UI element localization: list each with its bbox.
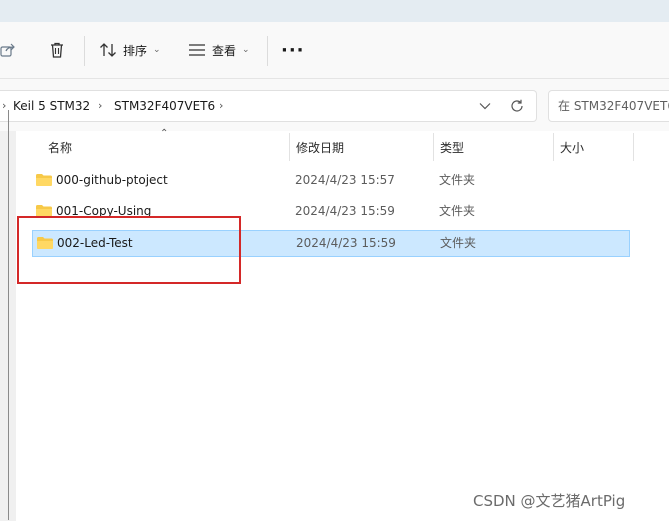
navigation-pane-scrollbar[interactable] xyxy=(8,110,9,520)
breadcrumb-stm32f407[interactable]: STM32F407VET6 xyxy=(114,91,215,121)
column-divider[interactable] xyxy=(553,133,554,161)
breadcrumb-chevron-icon: › xyxy=(2,99,7,112)
file-name: 000-github-ptoject xyxy=(56,173,168,187)
column-divider[interactable] xyxy=(633,133,634,161)
view-list-icon xyxy=(189,44,205,56)
more-icon: ··· xyxy=(281,39,305,61)
watermark: CSDN @文艺猪ArtPig xyxy=(473,492,626,510)
sort-button[interactable]: 排序 ⌄ xyxy=(99,22,161,78)
file-date: 2024/4/23 15:59 xyxy=(296,236,396,250)
sort-label: 排序 xyxy=(123,43,148,58)
file-date: 2024/4/23 15:59 xyxy=(295,204,395,218)
breadcrumb-chevron-icon: › xyxy=(219,99,224,112)
sort-ascending-icon: ⌃ xyxy=(160,128,169,139)
window-top-strip xyxy=(0,0,669,22)
command-bar: 排序 ⌄ 查看 ⌄ ··· xyxy=(0,22,669,79)
chevron-down-icon: ⌄ xyxy=(242,45,250,55)
address-row: › Keil 5 STM32 › STM32F407VET6 › 在 STM32… xyxy=(0,79,669,131)
toolbar-divider xyxy=(267,36,268,66)
toolbar-divider xyxy=(84,36,85,66)
refresh-icon[interactable] xyxy=(510,99,524,113)
file-type: 文件夹 xyxy=(439,173,476,187)
chevron-down-icon: ⌄ xyxy=(153,45,161,55)
column-header-date[interactable]: 修改日期 xyxy=(296,131,344,163)
file-type: 文件夹 xyxy=(440,236,477,250)
share-icon xyxy=(0,43,15,57)
annotation-highlight-box xyxy=(17,216,241,284)
trash-icon xyxy=(51,42,63,58)
sort-icon xyxy=(100,43,116,57)
breadcrumb-chevron-icon: › xyxy=(98,99,103,112)
file-date: 2024/4/23 15:57 xyxy=(295,173,395,187)
history-dropdown-icon[interactable] xyxy=(479,102,491,110)
breadcrumb-keil[interactable]: Keil 5 STM32 xyxy=(13,91,90,121)
search-input[interactable]: 在 STM32F407VET6 中搜索 xyxy=(548,90,669,122)
view-button[interactable]: 查看 ⌄ xyxy=(188,22,250,78)
column-divider[interactable] xyxy=(289,133,290,161)
column-header-name[interactable]: 名称 xyxy=(48,131,72,163)
view-label: 查看 xyxy=(212,43,237,58)
column-header-size[interactable]: 大小 xyxy=(560,131,584,163)
share-button[interactable] xyxy=(0,22,16,78)
delete-button[interactable] xyxy=(48,22,66,78)
file-row[interactable]: 000-github-ptoject 2024/4/23 15:57 文件夹 xyxy=(32,168,630,195)
column-divider[interactable] xyxy=(433,133,434,161)
file-type: 文件夹 xyxy=(439,204,476,218)
folder-icon xyxy=(36,174,52,186)
column-header-type[interactable]: 类型 xyxy=(440,131,464,163)
more-options-button[interactable]: ··· xyxy=(281,22,305,78)
address-bar[interactable]: › Keil 5 STM32 › STM32F407VET6 › xyxy=(0,90,537,122)
